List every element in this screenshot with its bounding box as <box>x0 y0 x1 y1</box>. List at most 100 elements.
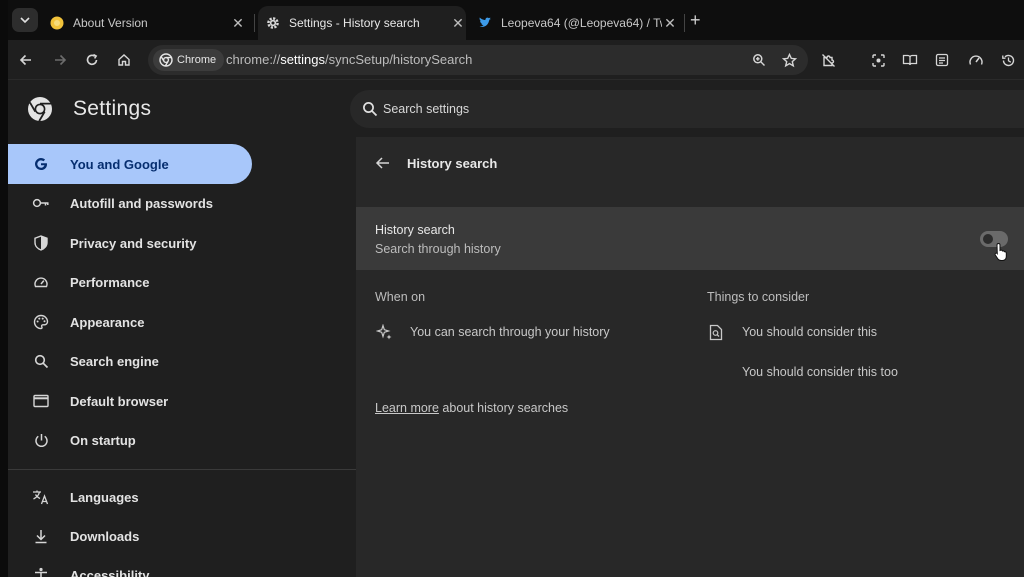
tab-title: Settings - History search <box>289 16 420 30</box>
zoom-icon <box>753 54 765 66</box>
download-icon <box>32 527 50 545</box>
sidebar-item-label: You and Google <box>70 156 169 172</box>
chrome-logo-icon <box>159 53 173 67</box>
tab-strip: About Version ✕ Settings - History searc… <box>8 0 1024 40</box>
sidebar-item-search-engine[interactable]: Search engine <box>8 341 252 381</box>
back-button[interactable] <box>14 48 38 72</box>
sidebar-item-languages[interactable]: Languages <box>8 477 252 517</box>
bookmark-button[interactable] <box>778 49 800 71</box>
lens-button[interactable] <box>866 48 890 72</box>
toggle-knob <box>983 234 993 244</box>
settings-header: Settings <box>8 81 1024 137</box>
tab-settings-history-search[interactable]: Settings - History search ✕ <box>258 6 466 40</box>
page-title: History search <box>407 156 498 171</box>
tab-title: About Version <box>73 16 148 30</box>
extensions-button[interactable] <box>816 48 840 72</box>
close-icon[interactable]: ✕ <box>230 15 246 32</box>
arrow-left-icon <box>19 54 31 66</box>
tab-search-button[interactable] <box>12 8 38 32</box>
history-search-setting-row[interactable]: History search Search through history <box>356 207 1024 270</box>
sidebar-item-label: Privacy and security <box>70 235 197 251</box>
translate-icon <box>32 488 50 506</box>
star-icon <box>781 52 797 67</box>
sidebar-item-label: Accessibility <box>70 567 150 577</box>
when-on-heading: When on <box>375 290 426 304</box>
search-input[interactable] <box>383 100 683 118</box>
google-g-icon <box>32 155 50 173</box>
settings-card: History search History search Search thr… <box>356 137 1024 577</box>
tab-separator <box>254 14 255 32</box>
chrome-dev-icon <box>50 16 64 30</box>
history-button[interactable] <box>996 48 1020 72</box>
accessibility-icon <box>32 566 50 577</box>
sparkle-icon <box>375 323 393 341</box>
browser-window: About Version ✕ Settings - History searc… <box>8 0 1024 577</box>
sidebar-item-label: Downloads <box>70 528 140 544</box>
when-on-item: You can search through your history <box>410 325 610 339</box>
document-search-icon <box>707 323 725 341</box>
reload-button[interactable] <box>80 48 104 72</box>
reload-icon <box>86 53 98 66</box>
sidebar-item-downloads[interactable]: Downloads <box>8 516 252 556</box>
tab-about-version[interactable]: About Version ✕ <box>50 6 246 40</box>
sidebar-item-label: Appearance <box>70 314 145 330</box>
back-to-parent-button[interactable] <box>372 153 392 173</box>
chevron-down-icon <box>20 17 30 24</box>
search-icon <box>363 102 378 117</box>
setting-subtitle: Search through history <box>375 242 501 256</box>
address-bar[interactable]: Chrome chrome://settings/syncSetup/histo… <box>148 45 808 75</box>
reading-mode-button[interactable] <box>898 48 922 72</box>
sidebar-item-label: Performance <box>70 274 150 290</box>
forward-button[interactable] <box>48 48 72 72</box>
site-info-chip[interactable]: Chrome <box>153 49 225 71</box>
twitter-icon <box>478 16 492 30</box>
reading-list-button[interactable] <box>930 48 954 72</box>
things-to-consider-heading: Things to consider <box>707 290 810 304</box>
close-icon[interactable]: ✕ <box>662 15 678 32</box>
consider-item: You should consider this <box>742 325 878 339</box>
zoom-button[interactable] <box>748 49 770 71</box>
plus-icon: + <box>690 10 701 30</box>
sidebar-item-on-startup[interactable]: On startup <box>8 420 252 460</box>
tab-separator <box>684 14 685 32</box>
mouse-pointer-icon <box>994 242 1007 261</box>
performance-button[interactable] <box>964 48 988 72</box>
setting-title: History search <box>375 223 455 237</box>
book-icon <box>902 54 918 66</box>
sidebar-item-default-browser[interactable]: Default browser <box>8 381 252 421</box>
gear-icon <box>266 16 280 30</box>
list-icon <box>935 53 949 67</box>
close-icon[interactable]: ✕ <box>450 15 466 32</box>
lens-icon <box>871 53 885 67</box>
home-button[interactable] <box>112 48 136 72</box>
learn-more-text: Learn more about history searches <box>375 401 569 415</box>
learn-more-link[interactable]: Learn more <box>375 401 439 415</box>
key-icon <box>32 194 50 212</box>
sidebar-item-performance[interactable]: Performance <box>8 262 252 302</box>
tab-twitter[interactable]: Leopeva64 (@Leopeva64) / Twi ✕ <box>478 6 678 40</box>
search-icon <box>32 352 50 370</box>
sidebar-item-privacy[interactable]: Privacy and security <box>8 223 252 263</box>
sidebar-item-autofill[interactable]: Autofill and passwords <box>8 183 252 223</box>
puzzle-icon <box>821 53 835 67</box>
palette-icon <box>32 313 50 331</box>
sidebar-item-label: Search engine <box>70 353 159 369</box>
tab-title: Leopeva64 (@Leopeva64) / Twi <box>501 16 662 30</box>
sidebar-item-appearance[interactable]: Appearance <box>8 302 252 342</box>
consider-item: You should consider this too <box>742 365 898 379</box>
chip-label: Chrome <box>177 54 217 66</box>
toolbar: Chrome chrome://settings/syncSetup/histo… <box>8 40 1024 80</box>
sidebar-item-label: On startup <box>70 432 136 448</box>
search-box[interactable] <box>350 90 1024 128</box>
arrow-right-icon <box>55 54 67 66</box>
speedometer-icon <box>32 273 50 291</box>
new-tab-button[interactable]: + <box>690 10 701 30</box>
sidebar-item-accessibility[interactable]: Accessibility <box>8 555 252 577</box>
url-text[interactable]: chrome://settings/syncSetup/historySearc… <box>226 52 472 67</box>
speedometer-icon <box>969 55 983 65</box>
sidebar-item-you-and-google[interactable]: You and Google <box>8 144 252 184</box>
home-icon <box>118 54 130 66</box>
power-icon <box>32 431 50 449</box>
sidebar-item-label: Autofill and passwords <box>70 195 214 211</box>
sidebar-divider <box>8 469 356 470</box>
